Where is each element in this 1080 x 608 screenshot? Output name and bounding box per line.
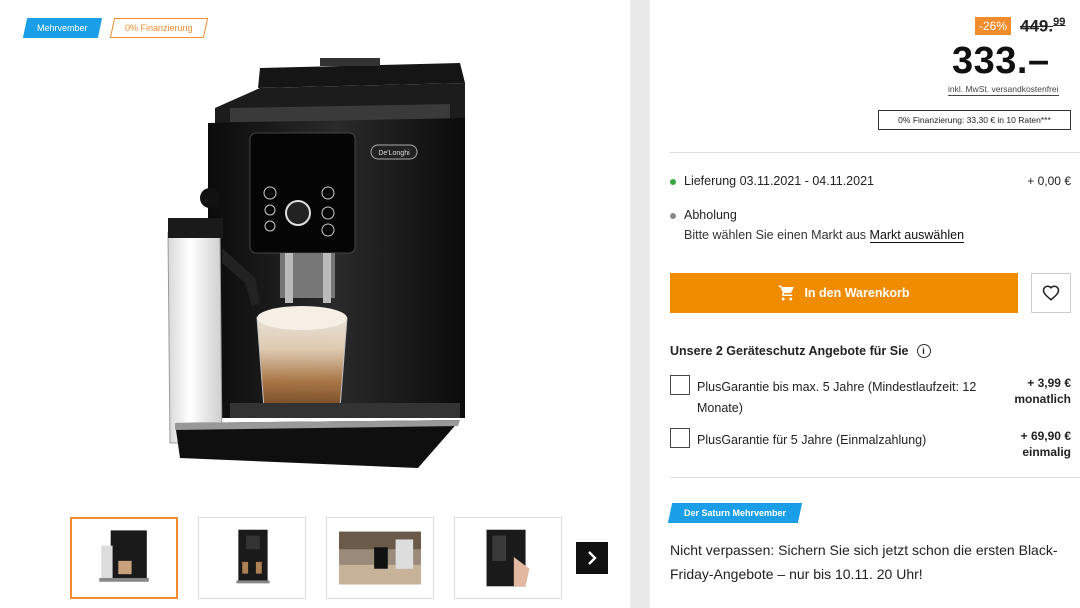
pickup-option: Abholung Bitte wählen Sie einen Markt au… [670, 208, 1080, 243]
current-price: 333.– [952, 40, 1050, 82]
warranty-price-onetime: + 69,90 € einmalig [1020, 429, 1071, 459]
chevron-right-icon [588, 551, 597, 565]
divider [670, 477, 1080, 478]
divider [670, 152, 1080, 153]
discount-badge: -26% [975, 17, 1012, 35]
select-market-link[interactable]: Markt auswählen [869, 228, 965, 243]
info-icon[interactable]: i [916, 344, 931, 358]
thumbnail-2[interactable] [198, 517, 306, 599]
heart-icon [1042, 285, 1060, 301]
financing-info[interactable]: 0% Finanzierung: 33,30 € in 10 Raten*** [878, 110, 1071, 130]
available-dot-icon [670, 178, 676, 185]
pickup-dot-icon [670, 212, 676, 219]
product-gallery: Mehrvember 0% Finanzierung De'Longhi [0, 0, 630, 608]
delivery-price: + 0,00 € [1027, 174, 1071, 188]
svg-text:De'Longhi: De'Longhi [378, 150, 410, 157]
product-details: -26% 449.99 333.– inkl. MwSt. versandkos… [650, 0, 1080, 608]
product-image[interactable]: De'Longhi [160, 48, 480, 498]
pickup-text: Bitte wählen Sie einen Markt aus Markt a… [684, 228, 965, 243]
tax-note[interactable]: inkl. MwSt. versandkostenfrei [948, 84, 1059, 96]
thumbnail-3[interactable] [326, 517, 434, 599]
next-image-button[interactable] [576, 542, 608, 574]
thumbnail-1[interactable] [70, 517, 178, 599]
add-to-cart-button[interactable]: In den Warenkorb [670, 273, 1018, 313]
promo-badge: Der Saturn Mehrvember [667, 503, 803, 523]
warranty-checkbox-monthly[interactable] [670, 375, 690, 395]
wishlist-button[interactable] [1031, 273, 1071, 313]
promo-text: Nicht verpassen: Sichern Sie sich jetzt … [670, 542, 1058, 582]
warranty-price-monthly: + 3,99 € monatlich [1014, 376, 1071, 406]
cart-icon [779, 285, 795, 301]
financing-badge: 0% Finanzierung [109, 18, 208, 38]
warranty-title: Unsere 2 Geräteschutz Angebote für Sie i [670, 344, 931, 358]
warranty-checkbox-onetime[interactable] [670, 428, 690, 448]
old-price: 449.99 [1020, 16, 1066, 36]
thumbnail-4[interactable] [454, 517, 562, 599]
mehrvember-badge: Mehrvember [22, 18, 102, 38]
delivery-option: Lieferung 03.11.2021 - 04.11.2021 + 0,00… [670, 174, 1080, 188]
